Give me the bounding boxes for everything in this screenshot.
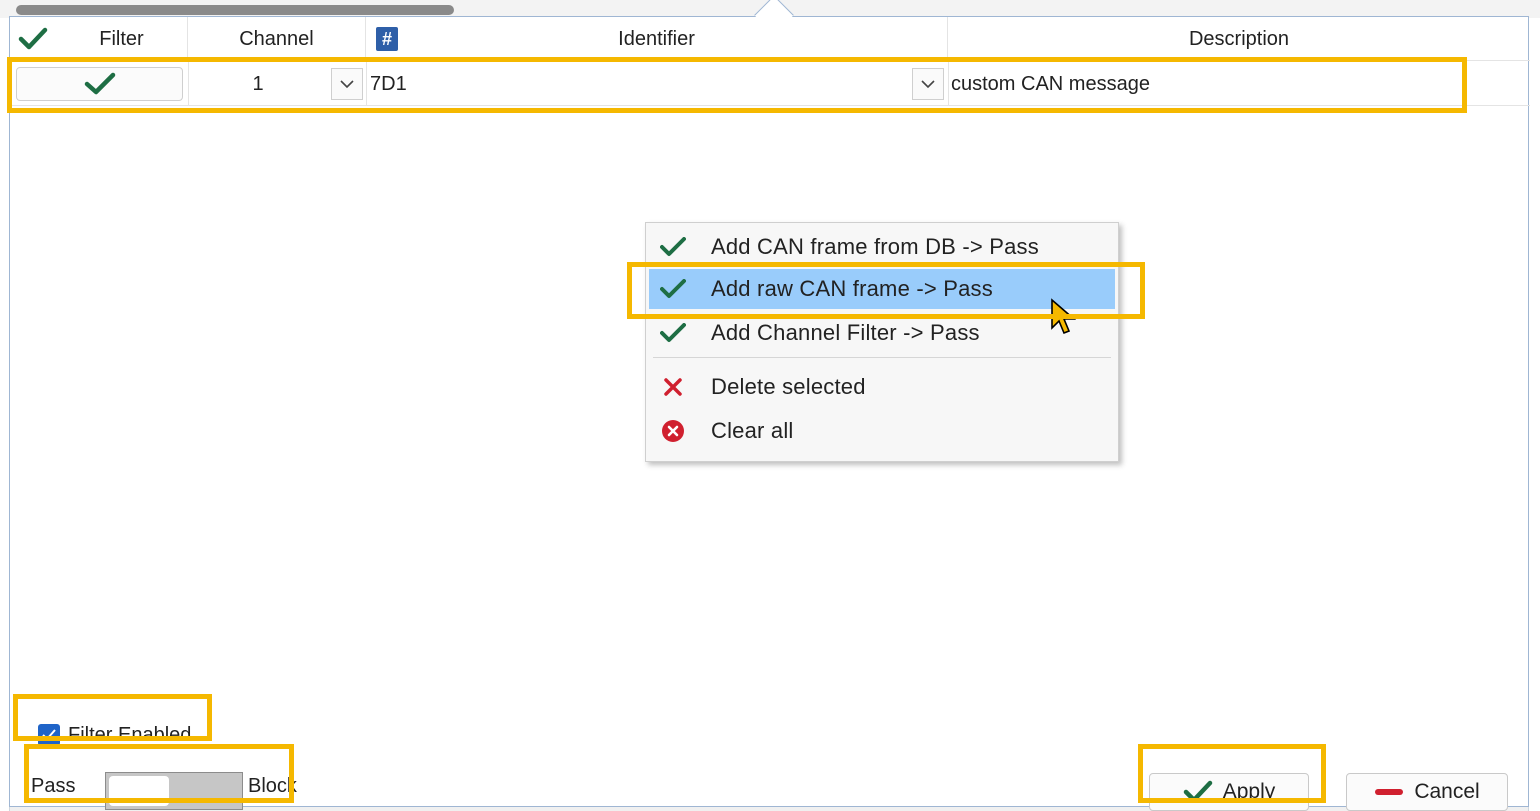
menu-item-clear-all[interactable]: Clear all	[649, 411, 1115, 451]
column-header-description[interactable]: Description	[948, 17, 1530, 61]
menu-item-add-channel-filter[interactable]: Add Channel Filter -> Pass	[649, 313, 1115, 353]
highlight-box-apply	[1138, 744, 1326, 803]
column-header-channel[interactable]: Channel	[188, 17, 366, 61]
check-icon[interactable]	[18, 26, 48, 52]
minus-icon	[1374, 787, 1404, 797]
highlight-box-table-row	[7, 57, 1467, 113]
cancel-button[interactable]: Cancel	[1346, 773, 1508, 811]
x-icon	[653, 377, 693, 397]
column-header-filter[interactable]: Filter	[56, 17, 188, 61]
screen: Filter Channel # Identifier Description …	[0, 0, 1540, 811]
highlight-box-menu-item	[627, 262, 1145, 319]
check-icon	[653, 323, 693, 343]
background-app-right-edge	[1528, 0, 1540, 811]
highlight-box-filter-enabled	[13, 694, 212, 741]
menu-item-delete-selected[interactable]: Delete selected	[649, 367, 1115, 407]
menu-item-add-can-frame-from-db[interactable]: Add CAN frame from DB -> Pass	[649, 227, 1115, 267]
column-header-identifier[interactable]: Identifier	[366, 17, 948, 61]
menu-separator	[653, 357, 1111, 358]
highlight-box-pass-block	[24, 744, 294, 803]
check-icon	[653, 237, 693, 257]
horizontal-scrollbar-thumb[interactable]	[16, 5, 454, 15]
context-menu: Add CAN frame from DB -> Pass Add raw CA…	[645, 222, 1119, 462]
x-circle-icon	[653, 419, 693, 443]
